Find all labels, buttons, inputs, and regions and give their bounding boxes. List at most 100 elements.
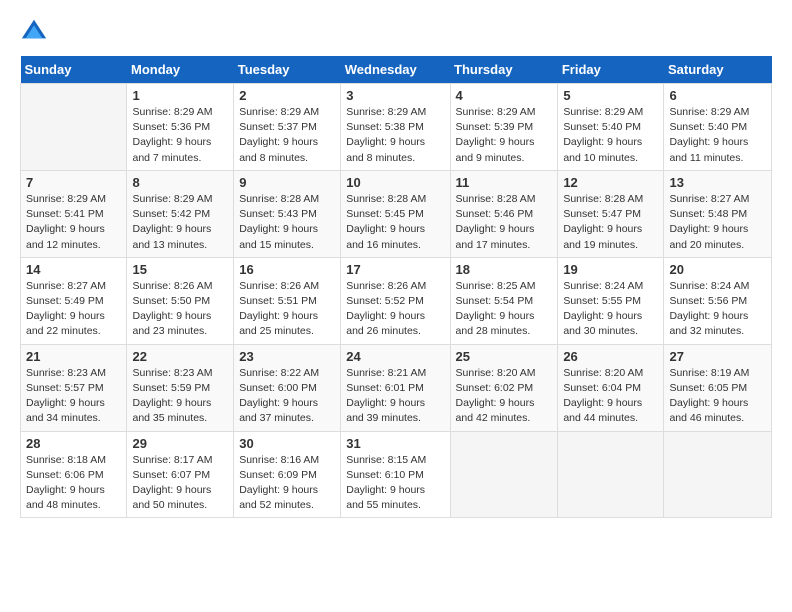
day-number: 19 [563, 262, 658, 277]
day-info: Sunrise: 8:28 AMSunset: 5:46 PMDaylight:… [456, 192, 553, 253]
day-info: Sunrise: 8:29 AMSunset: 5:38 PMDaylight:… [346, 105, 444, 166]
day-info: Sunrise: 8:25 AMSunset: 5:54 PMDaylight:… [456, 279, 553, 340]
day-number: 25 [456, 349, 553, 364]
calendar-week-row: 28 Sunrise: 8:18 AMSunset: 6:06 PMDayligh… [21, 431, 772, 518]
logo [20, 16, 50, 44]
calendar-cell: 4 Sunrise: 8:29 AMSunset: 5:39 PMDaylight… [450, 84, 558, 171]
day-number: 10 [346, 175, 444, 190]
day-number: 2 [239, 88, 335, 103]
weekday-header: Thursday [450, 56, 558, 84]
day-number: 28 [26, 436, 121, 451]
day-number: 1 [132, 88, 228, 103]
day-info: Sunrise: 8:29 AMSunset: 5:37 PMDaylight:… [239, 105, 335, 166]
day-number: 29 [132, 436, 228, 451]
calendar-cell: 7Sunrise: 8:29 AMSunset: 5:41 PMDaylight… [21, 170, 127, 257]
calendar-cell: 15 Sunrise: 8:26 AMSunset: 5:50 PMDayligh… [127, 257, 234, 344]
day-info: Sunrise: 8:29 AMSunset: 5:42 PMDaylight:… [132, 192, 228, 253]
day-number: 3 [346, 88, 444, 103]
calendar-cell [664, 431, 772, 518]
day-info: Sunrise: 8:28 AMSunset: 5:43 PMDaylight:… [239, 192, 335, 253]
calendar-cell: 28 Sunrise: 8:18 AMSunset: 6:06 PMDayligh… [21, 431, 127, 518]
day-info: Sunrise: 8:28 AMSunset: 5:45 PMDaylight:… [346, 192, 444, 253]
weekday-header-row: SundayMondayTuesdayWednesdayThursdayFrid… [21, 56, 772, 84]
calendar-cell: 16 Sunrise: 8:26 AMSunset: 5:51 PMDayligh… [234, 257, 341, 344]
calendar-cell: 2 Sunrise: 8:29 AMSunset: 5:37 PMDaylight… [234, 84, 341, 171]
calendar-cell: 10 Sunrise: 8:28 AMSunset: 5:45 PMDayligh… [341, 170, 450, 257]
calendar-cell: 29 Sunrise: 8:17 AMSunset: 6:07 PMDayligh… [127, 431, 234, 518]
calendar-cell: 18 Sunrise: 8:25 AMSunset: 5:54 PMDayligh… [450, 257, 558, 344]
day-number: 23 [239, 349, 335, 364]
day-info: Sunrise: 8:21 AMSunset: 6:01 PMDaylight:… [346, 366, 444, 427]
day-number: 18 [456, 262, 553, 277]
calendar-cell: 9 Sunrise: 8:28 AMSunset: 5:43 PMDaylight… [234, 170, 341, 257]
calendar-week-row: 7Sunrise: 8:29 AMSunset: 5:41 PMDaylight… [21, 170, 772, 257]
logo-icon [20, 16, 48, 44]
day-number: 12 [563, 175, 658, 190]
calendar-cell [450, 431, 558, 518]
weekday-header: Friday [558, 56, 664, 84]
calendar-cell: 5 Sunrise: 8:29 AMSunset: 5:40 PMDaylight… [558, 84, 664, 171]
calendar-cell: 25 Sunrise: 8:20 AMSunset: 6:02 PMDayligh… [450, 344, 558, 431]
weekday-header: Wednesday [341, 56, 450, 84]
day-info: Sunrise: 8:27 AMSunset: 5:48 PMDaylight:… [669, 192, 766, 253]
day-number: 31 [346, 436, 444, 451]
day-number: 11 [456, 175, 553, 190]
day-info: Sunrise: 8:29 AMSunset: 5:40 PMDaylight:… [563, 105, 658, 166]
day-info: Sunrise: 8:17 AMSunset: 6:07 PMDaylight:… [132, 453, 228, 514]
day-info: Sunrise: 8:29 AMSunset: 5:39 PMDaylight:… [456, 105, 553, 166]
weekday-header: Tuesday [234, 56, 341, 84]
calendar-cell: 27 Sunrise: 8:19 AMSunset: 6:05 PMDayligh… [664, 344, 772, 431]
calendar-cell: 26 Sunrise: 8:20 AMSunset: 6:04 PMDayligh… [558, 344, 664, 431]
calendar-cell: 30Sunrise: 8:16 AMSunset: 6:09 PMDayligh… [234, 431, 341, 518]
day-number: 20 [669, 262, 766, 277]
calendar-cell: 23 Sunrise: 8:22 AMSunset: 6:00 PMDayligh… [234, 344, 341, 431]
day-info: Sunrise: 8:22 AMSunset: 6:00 PMDaylight:… [239, 366, 335, 427]
day-info: Sunrise: 8:27 AMSunset: 5:49 PMDaylight:… [26, 279, 121, 340]
day-info: Sunrise: 8:20 AMSunset: 6:02 PMDaylight:… [456, 366, 553, 427]
day-info: Sunrise: 8:24 AMSunset: 5:56 PMDaylight:… [669, 279, 766, 340]
day-number: 26 [563, 349, 658, 364]
day-number: 13 [669, 175, 766, 190]
calendar-week-row: 14 Sunrise: 8:27 AMSunset: 5:49 PMDayligh… [21, 257, 772, 344]
day-number: 15 [132, 262, 228, 277]
day-info: Sunrise: 8:15 AMSunset: 6:10 PMDaylight:… [346, 453, 444, 514]
calendar-cell: 24 Sunrise: 8:21 AMSunset: 6:01 PMDayligh… [341, 344, 450, 431]
calendar-table: SundayMondayTuesdayWednesdayThursdayFrid… [20, 56, 772, 518]
weekday-header: Saturday [664, 56, 772, 84]
day-number: 27 [669, 349, 766, 364]
day-info: Sunrise: 8:20 AMSunset: 6:04 PMDaylight:… [563, 366, 658, 427]
calendar-cell: 8Sunrise: 8:29 AMSunset: 5:42 PMDaylight… [127, 170, 234, 257]
calendar-cell: 31 Sunrise: 8:15 AMSunset: 6:10 PMDayligh… [341, 431, 450, 518]
day-number: 24 [346, 349, 444, 364]
calendar-cell: 6 Sunrise: 8:29 AMSunset: 5:40 PMDaylight… [664, 84, 772, 171]
calendar-cell: 17 Sunrise: 8:26 AMSunset: 5:52 PMDayligh… [341, 257, 450, 344]
calendar-container: SundayMondayTuesdayWednesdayThursdayFrid… [0, 0, 792, 528]
day-number: 4 [456, 88, 553, 103]
day-number: 6 [669, 88, 766, 103]
day-number: 7 [26, 175, 121, 190]
calendar-cell: 21Sunrise: 8:23 AMSunset: 5:57 PMDayligh… [21, 344, 127, 431]
day-info: Sunrise: 8:16 AMSunset: 6:09 PMDaylight:… [239, 453, 335, 514]
day-number: 17 [346, 262, 444, 277]
calendar-cell: 14 Sunrise: 8:27 AMSunset: 5:49 PMDayligh… [21, 257, 127, 344]
header [20, 16, 772, 44]
day-number: 9 [239, 175, 335, 190]
day-info: Sunrise: 8:29 AMSunset: 5:36 PMDaylight:… [132, 105, 228, 166]
calendar-cell: 13 Sunrise: 8:27 AMSunset: 5:48 PMDayligh… [664, 170, 772, 257]
day-info: Sunrise: 8:26 AMSunset: 5:51 PMDaylight:… [239, 279, 335, 340]
day-info: Sunrise: 8:29 AMSunset: 5:40 PMDaylight:… [669, 105, 766, 166]
calendar-cell: 20 Sunrise: 8:24 AMSunset: 5:56 PMDayligh… [664, 257, 772, 344]
calendar-cell: 12Sunrise: 8:28 AMSunset: 5:47 PMDayligh… [558, 170, 664, 257]
calendar-cell: 1 Sunrise: 8:29 AMSunset: 5:36 PMDaylight… [127, 84, 234, 171]
day-info: Sunrise: 8:26 AMSunset: 5:50 PMDaylight:… [132, 279, 228, 340]
day-info: Sunrise: 8:26 AMSunset: 5:52 PMDaylight:… [346, 279, 444, 340]
day-info: Sunrise: 8:24 AMSunset: 5:55 PMDaylight:… [563, 279, 658, 340]
day-info: Sunrise: 8:23 AMSunset: 5:59 PMDaylight:… [132, 366, 228, 427]
day-number: 16 [239, 262, 335, 277]
day-info: Sunrise: 8:18 AMSunset: 6:06 PMDaylight:… [26, 453, 121, 514]
calendar-cell: 3 Sunrise: 8:29 AMSunset: 5:38 PMDaylight… [341, 84, 450, 171]
day-info: Sunrise: 8:19 AMSunset: 6:05 PMDaylight:… [669, 366, 766, 427]
day-number: 21 [26, 349, 121, 364]
day-number: 5 [563, 88, 658, 103]
day-number: 14 [26, 262, 121, 277]
